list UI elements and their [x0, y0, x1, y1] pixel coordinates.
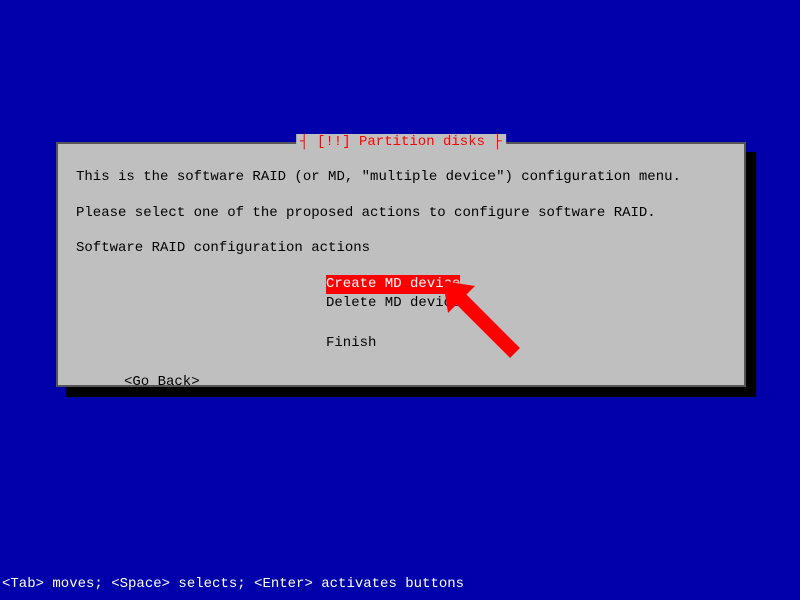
actions-list: Create MD device Delete MD device Finish	[326, 275, 726, 353]
action-finish[interactable]: Finish	[326, 334, 726, 354]
title-prefix: ┤	[300, 134, 317, 150]
title-marker: [!!]	[317, 134, 351, 150]
action-delete-md-device[interactable]: Delete MD device	[326, 294, 726, 314]
action-create-md-device[interactable]: Create MD device	[326, 275, 460, 295]
go-back-button[interactable]: <Go Back>	[124, 373, 726, 393]
partition-disks-dialog: ┤ [!!] Partition disks ├ This is the sof…	[56, 142, 746, 387]
title-suffix: ├	[485, 134, 502, 150]
intro-text-1: This is the software RAID (or MD, "multi…	[76, 168, 726, 188]
intro-text-2: Please select one of the proposed action…	[76, 204, 726, 224]
actions-heading: Software RAID configuration actions	[76, 239, 726, 259]
dialog-content: This is the software RAID (or MD, "multi…	[58, 144, 744, 411]
dialog-title: ┤ [!!] Partition disks ├	[296, 134, 506, 150]
footer-hint: <Tab> moves; <Space> selects; <Enter> ac…	[2, 576, 464, 592]
title-text: Partition disks	[351, 134, 485, 150]
